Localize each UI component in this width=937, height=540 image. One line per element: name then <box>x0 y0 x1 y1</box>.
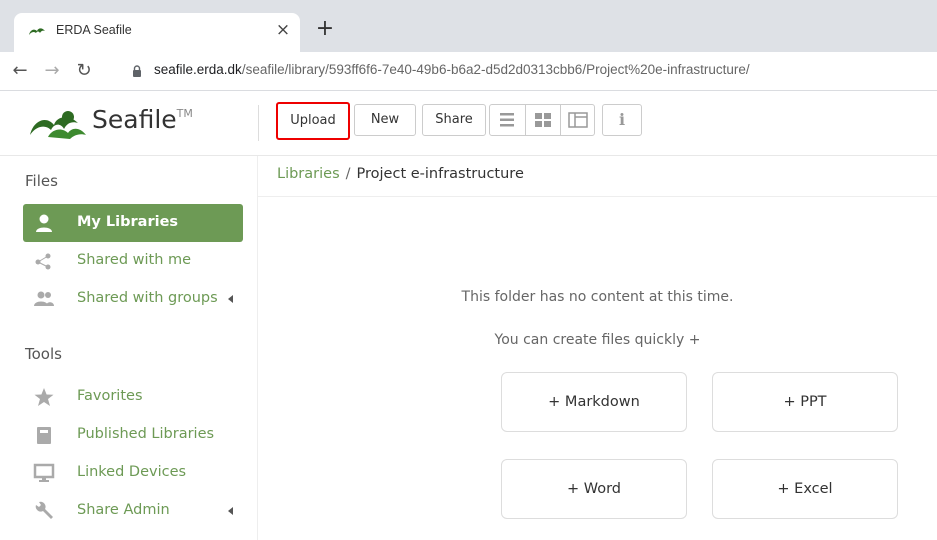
url-path: /seafile/library/593ff6f6-7e40-49b6-b6a2… <box>241 62 750 77</box>
breadcrumb-current: Project e-infrastructure <box>356 166 524 182</box>
back-arrow-icon[interactable]: ← <box>8 59 32 83</box>
tab-title: ERDA Seafile <box>56 23 132 37</box>
breadcrumb-bar: Libraries / Project e-infrastructure <box>258 156 937 197</box>
header-divider <box>258 105 259 141</box>
list-view-icon <box>500 113 514 127</box>
sidebar-item-label: Linked Devices <box>77 464 187 480</box>
tools-heading: Tools <box>25 345 62 363</box>
url-host: seafile.erda.dk <box>154 62 242 77</box>
column-view-button[interactable] <box>560 105 595 135</box>
column-view-icon <box>568 112 588 128</box>
logo-trademark: TM <box>176 107 193 120</box>
user-icon <box>36 214 52 232</box>
upload-button[interactable]: Upload <box>276 102 350 140</box>
create-markdown-button[interactable]: + Markdown <box>501 372 687 432</box>
wrench-icon <box>35 501 53 519</box>
seafile-logo-icon[interactable] <box>28 103 88 143</box>
files-heading: Files <box>25 172 58 190</box>
address-bar-row: ← → ↻ seafile.erda.dk/seafile/library/59… <box>0 52 937 91</box>
url-field[interactable]: seafile.erda.dk/seafile/library/593ff6f6… <box>154 62 750 77</box>
sidebar: Files My Libraries Shared with me Shared… <box>0 156 258 540</box>
sidebar-item-label: Share Admin <box>77 502 170 518</box>
sidebar-item-label: Shared with me <box>77 252 192 268</box>
sidebar-item-label: Shared with groups <box>77 290 218 306</box>
sidebar-item-shared-with-groups[interactable]: Shared with groups <box>23 280 243 318</box>
info-button[interactable]: i <box>602 104 642 136</box>
share-button[interactable]: Share <box>422 104 486 136</box>
sidebar-item-linked-devices[interactable]: Linked Devices <box>23 454 243 492</box>
grid-view-icon <box>535 113 551 127</box>
logo-wordmark: Seafile <box>92 105 177 134</box>
create-word-button[interactable]: + Word <box>501 459 687 519</box>
browser-tab-strip: ERDA Seafile × + <box>0 0 937 58</box>
seafile-favicon-icon <box>29 28 45 35</box>
grid-view-button[interactable] <box>525 105 560 135</box>
lock-icon <box>133 65 141 77</box>
create-excel-button[interactable]: + Excel <box>712 459 898 519</box>
star-icon <box>34 388 54 406</box>
create-ppt-button[interactable]: + PPT <box>712 372 898 432</box>
app-header: SeafileTM Upload New Share i <box>0 91 937 156</box>
new-button[interactable]: New <box>354 104 416 136</box>
sidebar-item-label: My Libraries <box>77 214 179 230</box>
group-icon <box>34 291 54 306</box>
sidebar-item-my-libraries[interactable]: My Libraries <box>23 204 243 242</box>
sidebar-item-share-admin[interactable]: Share Admin <box>23 492 243 530</box>
breadcrumb: Libraries / Project e-infrastructure <box>277 166 524 182</box>
collapse-caret-icon[interactable] <box>228 507 233 515</box>
create-files-hint: You can create files quickly + <box>494 332 701 348</box>
new-tab-button[interactable]: + <box>313 17 337 41</box>
book-icon <box>37 427 51 444</box>
sidebar-item-shared-with-me[interactable]: Shared with me <box>23 242 243 280</box>
monitor-icon <box>33 463 55 482</box>
sidebar-item-label: Published Libraries <box>77 426 215 442</box>
sidebar-item-published-libraries[interactable]: Published Libraries <box>23 416 243 454</box>
sidebar-item-label: Favorites <box>77 388 143 404</box>
sidebar-item-favorites[interactable]: Favorites <box>23 378 243 416</box>
reload-icon[interactable]: ↻ <box>72 59 96 83</box>
tab-close-icon[interactable]: × <box>272 19 294 41</box>
empty-folder-message: This folder has no content at this time. <box>461 289 734 305</box>
breadcrumb-libraries-link[interactable]: Libraries <box>277 166 340 182</box>
logo-text: SeafileTM <box>92 105 193 134</box>
breadcrumb-separator: / <box>345 166 351 182</box>
share-nodes-icon <box>35 253 51 270</box>
list-view-button[interactable] <box>490 105 524 135</box>
forward-arrow-icon[interactable]: → <box>40 59 64 83</box>
collapse-caret-icon[interactable] <box>228 295 233 303</box>
view-mode-group <box>489 104 595 136</box>
